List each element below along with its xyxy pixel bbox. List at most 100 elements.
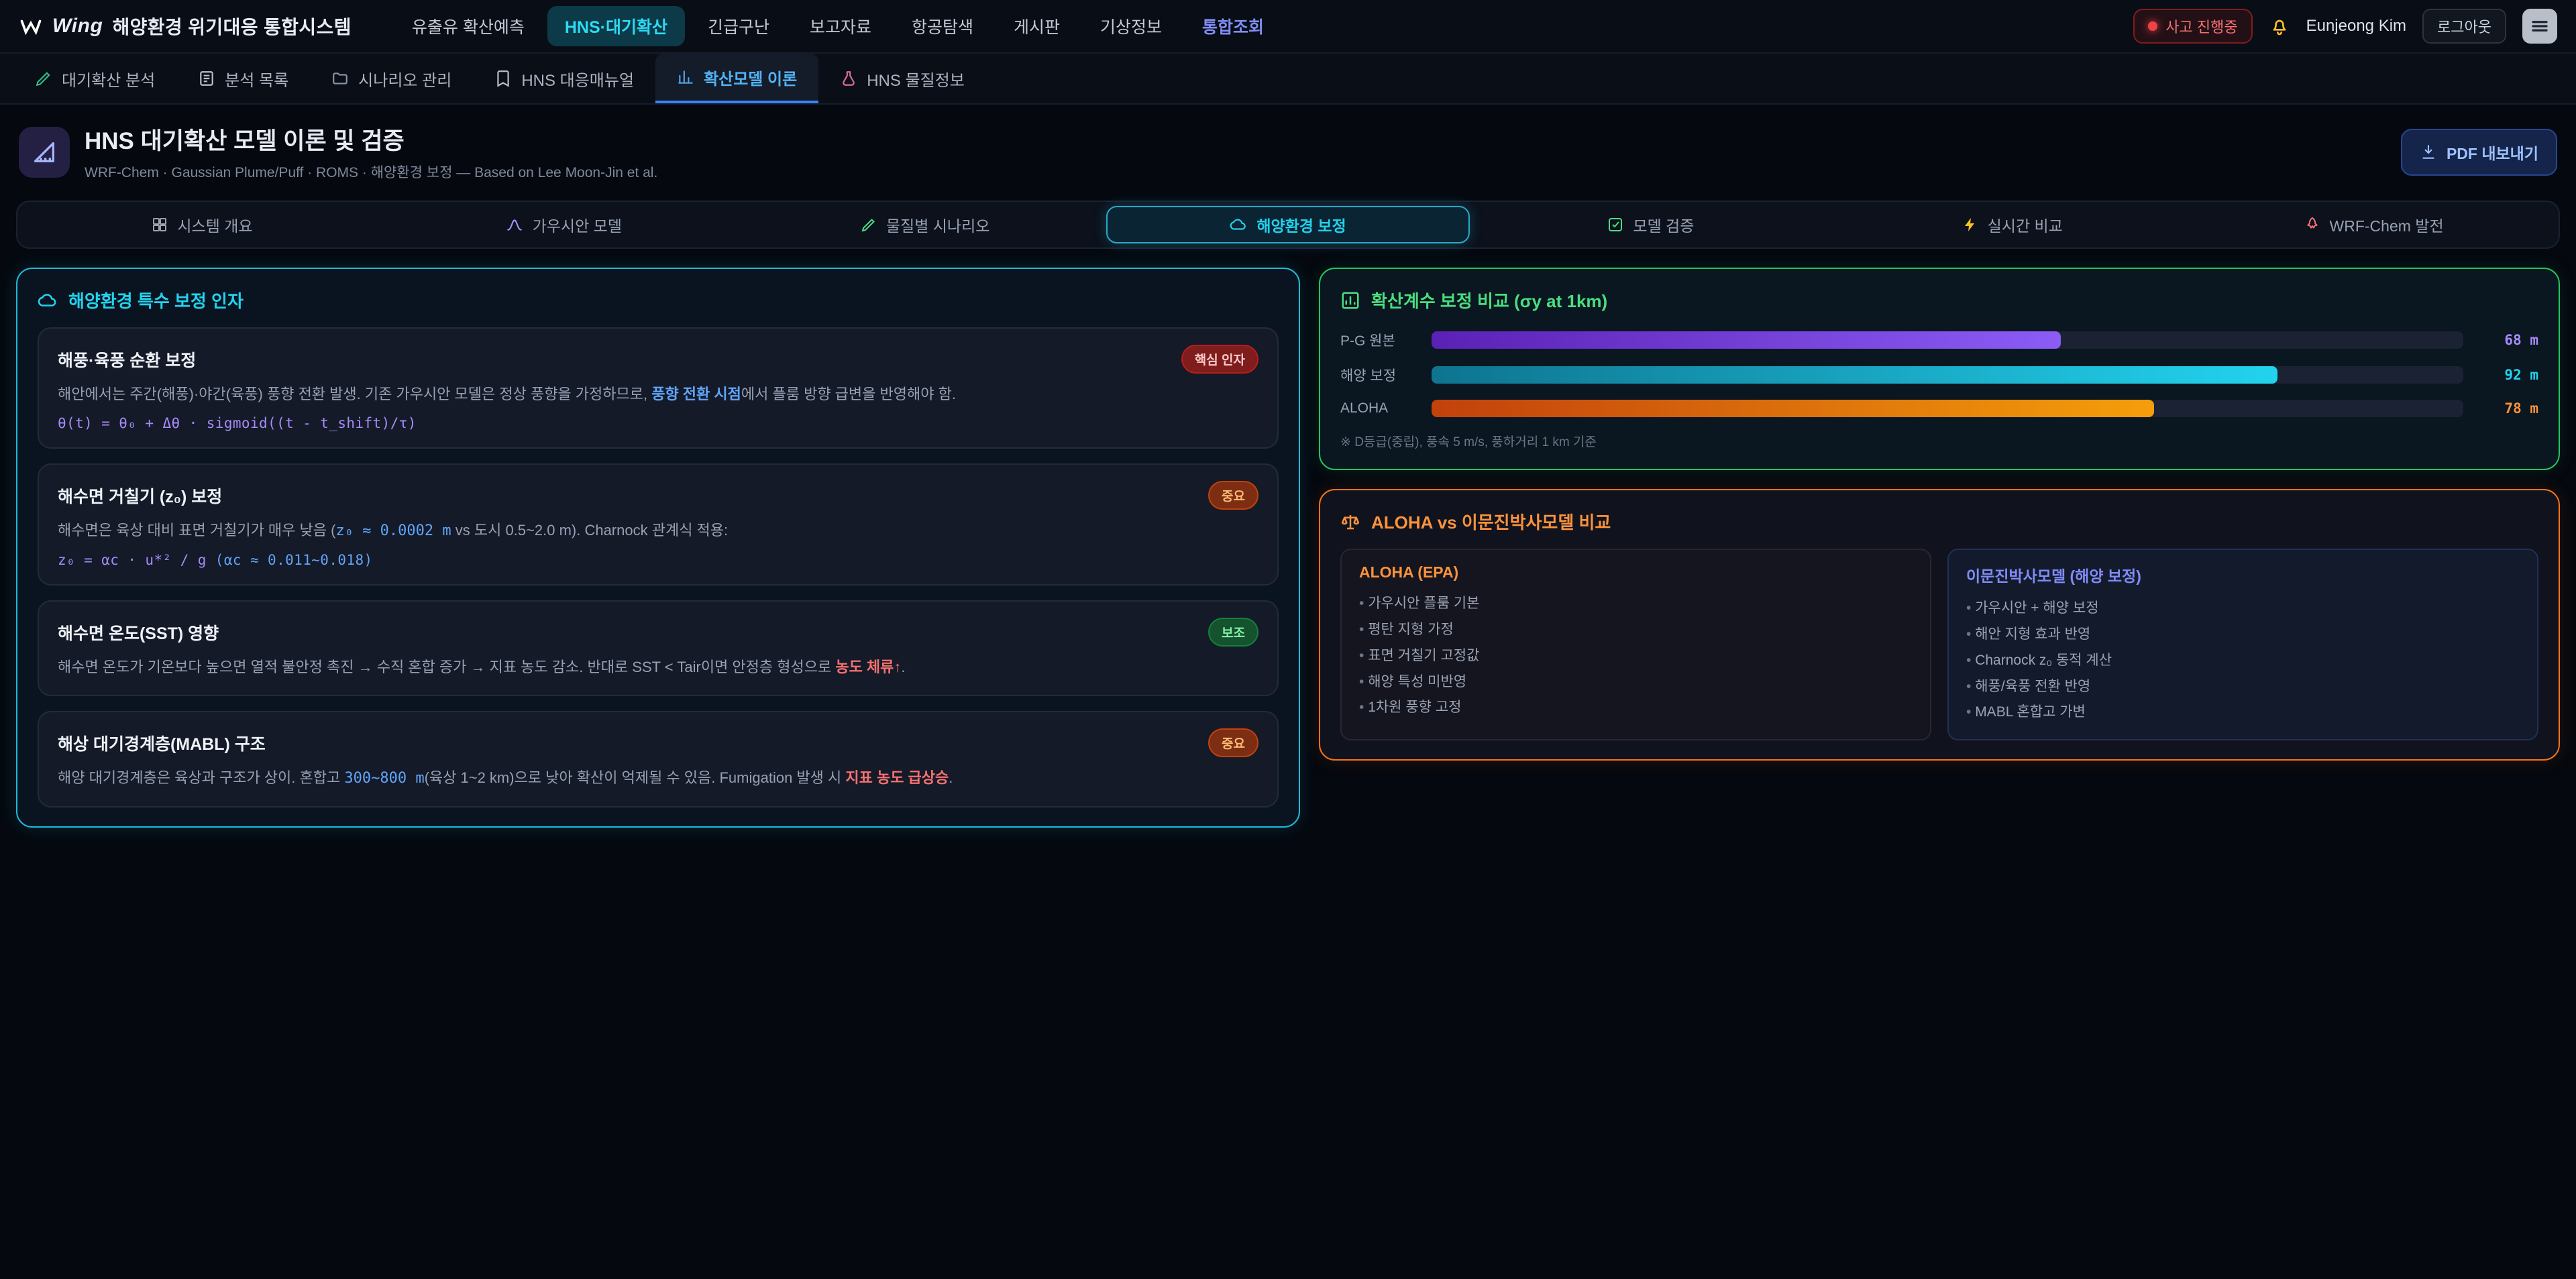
tab-label: WRF-Chem 발전 <box>2330 213 2444 236</box>
section-tab-bar: 시스템 개요 가우시안 모델 물질별 시나리오 해양환경 보정 모델 검증 실시… <box>16 201 2560 249</box>
main-navigation: 유출유 확산예측 HNS·대기확산 긴급구난 보고자료 항공탐색 게시판 기상정… <box>394 6 1281 46</box>
correction-card-sea-roughness: 해수면 거칠기 (z₀) 보정 중요 해수면은 육상 대비 표면 거칠기가 매우… <box>38 463 1279 586</box>
pencil-icon <box>861 217 877 233</box>
tab-realtime-compare[interactable]: 실시간 비교 <box>1831 206 2193 243</box>
list-item: Charnock z₀ 동적 계산 <box>1966 648 2520 674</box>
page-title: HNS 대기확산 모델 이론 및 검증 <box>85 122 657 156</box>
notification-bell-button[interactable] <box>2269 15 2290 37</box>
aloha-title: ALOHA (EPA) <box>1359 563 1913 581</box>
subnav-label: 대기확산 분석 <box>62 67 155 91</box>
page-header-icon-box <box>19 127 70 178</box>
sub-navigation-bar: 대기확산 분석 분석 목록 시나리오 관리 HNS 대응매뉴얼 확산모델 이론 … <box>0 54 2576 105</box>
card-body: 해수면은 육상 대비 표면 거칠기가 매우 낮음 (z₀ ≈ 0.0002 m … <box>58 519 1258 543</box>
nav-item-reports[interactable]: 보고자료 <box>792 6 889 46</box>
subnav-label: HNS 물질정보 <box>867 67 965 91</box>
tab-label: 실시간 비교 <box>1988 213 2063 236</box>
wing-logo-icon <box>19 14 43 38</box>
tab-label: 가우시안 모델 <box>533 213 622 236</box>
nav-item-board[interactable]: 게시판 <box>996 6 1077 46</box>
list-item: 표면 거칠기 고정값 <box>1359 643 1913 669</box>
marine-correction-panel-title: 해양환경 특수 보정 인자 <box>38 288 1279 313</box>
chart-panel-title: 확산계수 보정 비교 (σy at 1km) <box>1340 288 2538 313</box>
nav-item-weather[interactable]: 기상정보 <box>1083 6 1179 46</box>
moonjin-model-title: 이문진박사모델 (해양 보정) <box>1966 563 2520 586</box>
tab-label: 시스템 개요 <box>177 213 252 236</box>
correction-card-sea-land-breeze: 해풍·육풍 순환 보정 핵심 인자 해안에서는 주간(해풍)·야간(육풍) 풍향… <box>38 327 1279 449</box>
bar-track <box>1432 366 2463 384</box>
nav-item-emergency-rescue[interactable]: 긴급구난 <box>690 6 787 46</box>
nav-item-hns-air[interactable]: HNS·대기확산 <box>547 6 685 46</box>
logout-button[interactable]: 로그아웃 <box>2422 9 2506 44</box>
subnav-label: 분석 목록 <box>225 67 288 91</box>
bar-label: P-G 원본 <box>1340 330 1418 350</box>
card-head: 해풍·육풍 순환 보정 핵심 인자 <box>58 345 1258 374</box>
nav-item-oil-diffusion[interactable]: 유출유 확산예측 <box>394 6 542 46</box>
incident-label: 사고 진행중 <box>2165 15 2237 37</box>
subnav-scenario-management[interactable]: 시나리오 관리 <box>310 54 473 103</box>
list-item: 평탄 지형 가정 <box>1359 617 1913 643</box>
importance-badge: 핵심 인자 <box>1181 345 1258 374</box>
tab-model-validation[interactable]: 모델 검증 <box>1470 206 1831 243</box>
subnav-analysis-list[interactable]: 분석 목록 <box>176 54 310 103</box>
page-header-titles: HNS 대기확산 모델 이론 및 검증 WRF-Chem · Gaussian … <box>85 122 657 182</box>
subnav-label: HNS 대응매뉴얼 <box>521 67 634 91</box>
check-square-icon <box>1607 217 1623 233</box>
menu-button[interactable] <box>2522 9 2557 44</box>
chart-note: ※ D등급(중립), 풍속 5 m/s, 풍하거리 1 km 기준 <box>1340 432 2538 450</box>
tab-gaussian-model[interactable]: 가우시안 모델 <box>383 206 745 243</box>
topbar-right-cluster: 사고 진행중 Eunjeong Kim 로그아웃 <box>2133 9 2557 44</box>
bar-value: 68 m <box>2477 332 2538 348</box>
card-title: 해상 대기경계층(MABL) 구조 <box>58 731 266 755</box>
page-body: HNS 대기확산 모델 이론 및 검증 WRF-Chem · Gaussian … <box>0 105 2576 854</box>
chart-icon <box>677 68 694 86</box>
tab-wrfchem-advance[interactable]: WRF-Chem 발전 <box>2193 206 2555 243</box>
bell-curve-icon <box>506 216 523 233</box>
list-item: 가우시안 + 해양 보정 <box>1966 596 2520 622</box>
pdf-export-label: PDF 내보내기 <box>2447 141 2538 164</box>
comparison-grid: ALOHA (EPA) 가우시안 플룸 기본 평탄 지형 가정 표면 거칠기 고… <box>1340 549 2538 740</box>
card-body: 해수면 온도가 기온보다 높으면 열적 불안정 촉진 → 수직 혼합 증가 → … <box>58 656 1258 679</box>
logo-text: Wing <box>52 15 103 38</box>
card-formula: θ(t) = θ₀ + Δθ · sigmoid((t - t_shift)/τ… <box>58 415 1258 431</box>
book-icon <box>494 70 512 87</box>
user-name: Eunjeong Kim <box>2306 17 2406 36</box>
correction-card-mabl: 해상 대기경계층(MABL) 구조 중요 해양 대기경계층은 육상과 구조가 상… <box>38 711 1279 808</box>
subnav-diffusion-theory[interactable]: 확산모델 이론 <box>655 54 818 103</box>
card-title: 해수면 온도(SST) 영향 <box>58 620 219 645</box>
rocket-icon <box>2304 217 2320 233</box>
flask-icon <box>840 70 857 87</box>
bar-label: ALOHA <box>1340 400 1418 416</box>
subnav-hns-substance-info[interactable]: HNS 물질정보 <box>818 54 986 103</box>
pdf-export-button[interactable]: PDF 내보내기 <box>2401 129 2557 176</box>
tab-substance-scenario[interactable]: 물질별 시나리오 <box>745 206 1106 243</box>
pdf-download-icon <box>2420 144 2437 161</box>
subnav-air-analysis[interactable]: 대기확산 분석 <box>13 54 176 103</box>
bar-track <box>1432 400 2463 417</box>
panel-title-text: 해양환경 특수 보정 인자 <box>68 288 244 313</box>
card-head: 해수면 거칠기 (z₀) 보정 중요 <box>58 481 1258 510</box>
chart-bar-row: ALOHA 78 m <box>1340 400 2538 417</box>
page-header: HNS 대기확산 모델 이론 및 검증 WRF-Chem · Gaussian … <box>16 105 2560 187</box>
tab-marine-correction[interactable]: 해양환경 보정 <box>1106 206 1470 243</box>
model-comparison-panel: ALOHA vs 이문진박사모델 비교 ALOHA (EPA) 가우시안 플룸 … <box>1319 489 2560 761</box>
page-subtitle: WRF-Chem · Gaussian Plume/Puff · ROMS · … <box>85 162 657 182</box>
brand: Wing 해양환경 위기대응 통합시스템 <box>19 13 352 40</box>
subnav-hns-manual[interactable]: HNS 대응매뉴얼 <box>473 54 655 103</box>
bar-fill-aloha <box>1432 400 2154 417</box>
nav-item-aerial-search[interactable]: 항공탐색 <box>894 6 991 46</box>
top-navigation-bar: Wing 해양환경 위기대응 통합시스템 유출유 확산예측 HNS·대기확산 긴… <box>0 0 2576 54</box>
tab-label: 모델 검증 <box>1633 213 1694 236</box>
bar-value: 92 m <box>2477 367 2538 383</box>
tab-label: 물질별 시나리오 <box>886 213 990 236</box>
chart-bar-row: P-G 원본 68 m <box>1340 330 2538 350</box>
nav-item-integrated-search[interactable]: 통합조회 <box>1185 6 1281 46</box>
tab-label: 해양환경 보정 <box>1256 213 1346 236</box>
tab-system-overview[interactable]: 시스템 개요 <box>21 206 383 243</box>
importance-badge: 중요 <box>1208 728 1258 757</box>
card-head: 해상 대기경계층(MABL) 구조 중요 <box>58 728 1258 757</box>
cloud-icon <box>1230 216 1247 233</box>
scale-icon <box>1340 512 1360 532</box>
hamburger-icon <box>2530 16 2550 36</box>
folder-icon <box>331 70 349 87</box>
importance-badge: 보조 <box>1208 618 1258 647</box>
